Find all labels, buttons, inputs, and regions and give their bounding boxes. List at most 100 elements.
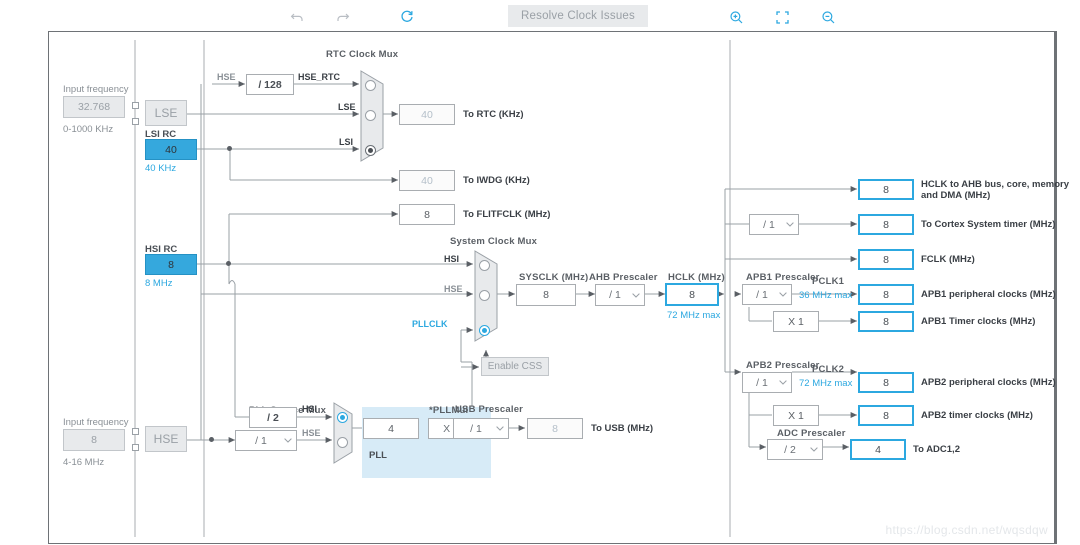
apb2-prescaler-value: / 1 — [756, 376, 768, 389]
hse-input-frequency-field[interactable]: 8 — [63, 429, 125, 451]
pll-mux-radio-0-dot — [340, 415, 345, 420]
resolve-clock-issues-button[interactable]: Resolve Clock Issues — [508, 5, 648, 27]
system-mux-radio-2-selected[interactable] — [479, 325, 490, 336]
chevron-down-icon — [628, 292, 644, 298]
watermark-text: https://blog.csdn.net/wqsdqw — [885, 523, 1048, 537]
sysclk-title: SYSCLK (MHz) — [519, 272, 589, 283]
apb2-timer-value[interactable]: 8 — [858, 405, 914, 426]
apb2-prescaler-select[interactable]: / 1 — [742, 372, 792, 393]
ahb-prescaler-value: / 1 — [609, 289, 621, 301]
hclk-ahb-value[interactable]: 8 — [858, 179, 914, 200]
system-mux-input-label-1: HSE — [444, 284, 463, 294]
system-mux-radio-2-dot — [482, 328, 487, 333]
apb2-periph-label: APB2 peripheral clocks (MHz) — [921, 377, 1056, 388]
system-clock-mux-title: System Clock Mux — [450, 236, 538, 247]
rtc-mux-radio-2-selected[interactable] — [365, 145, 376, 156]
hse-oscillator-block[interactable]: HSE — [145, 426, 187, 452]
apb1-periph-value[interactable]: 8 — [858, 284, 914, 305]
rtc-mux-radio-2-dot — [368, 148, 373, 153]
hsi-value-field[interactable]: 8 — [145, 254, 197, 275]
fclk-label: FCLK (MHz) — [921, 254, 975, 265]
lsi-unit-label: 40 KHz — [145, 163, 177, 174]
cortex-timer-value[interactable]: 8 — [858, 214, 914, 235]
hse-input-range: 4-16 MHz — [63, 457, 105, 468]
hclk-max-label: 72 MHz max — [667, 310, 721, 321]
ahb-prescaler-select[interactable]: / 1 — [595, 284, 645, 306]
undo-icon[interactable] — [284, 4, 310, 30]
lse-oscillator-block[interactable]: LSE — [145, 100, 187, 126]
rtc-mux-radio-0[interactable] — [365, 80, 376, 91]
cortex-timer-label: To Cortex System timer (MHz) — [921, 219, 1056, 230]
zoom-in-icon[interactable] — [723, 4, 749, 30]
reset-refresh-icon[interactable] — [394, 4, 420, 30]
chevron-down-icon — [280, 438, 296, 443]
rtc-mux-input-label-1: LSE — [338, 102, 356, 112]
system-mux-input-label-2: PLLCLK — [412, 319, 448, 329]
rtc-clock-mux-title: RTC Clock Mux — [326, 49, 399, 60]
enable-css-button[interactable]: Enable CSS — [481, 357, 549, 376]
rtc-hse-label: HSE — [217, 72, 236, 82]
adc-prescaler-title: ADC Prescaler — [777, 428, 846, 439]
apb1-prescaler-select[interactable]: / 1 — [742, 284, 792, 305]
apb2-prescaler-title: APB2 Prescaler — [746, 360, 820, 371]
pll-mux-input-label-0: HSI — [302, 404, 318, 414]
lse-pin-bottom — [132, 118, 139, 125]
lsi-value-field[interactable]: 40 — [145, 139, 197, 160]
chevron-down-icon — [806, 447, 822, 452]
system-mux-radio-0[interactable] — [479, 260, 490, 271]
hsi-unit-label: 8 MHz — [145, 278, 173, 289]
chevron-down-icon — [782, 222, 798, 227]
zoom-out-icon[interactable] — [815, 4, 841, 30]
hclk-ahb-label: HCLK to AHB bus, core, memory and DMA (M… — [921, 179, 1069, 201]
rtc-mux-radio-1[interactable] — [365, 110, 376, 121]
apb2-timer-multiplier: X 1 — [773, 405, 819, 426]
apb1-prescaler-title: APB1 Prescaler — [746, 272, 820, 283]
fclk-value[interactable]: 8 — [858, 249, 914, 270]
hclk-title: HCLK (MHz) — [668, 272, 725, 283]
clock-configuration-screen: Resolve Clock Issues Input frequency 32.… — [0, 0, 1080, 545]
lse-input-frequency-field[interactable]: 32.768 — [63, 96, 125, 118]
rtc-mux-input-label-2: LSI — [339, 137, 354, 147]
pll-region-label: PLL — [369, 450, 387, 461]
system-mux-input-label-0: HSI — [444, 254, 460, 264]
hclk-value[interactable]: 8 — [665, 283, 719, 306]
pll-mux-radio-0-selected[interactable] — [337, 412, 348, 423]
adc-prescaler-select[interactable]: / 2 — [767, 439, 823, 460]
pclk1-max-label: 36 MHz max — [799, 290, 853, 301]
clock-tree-canvas[interactable]: Input frequency 32.768 0-1000 KHz LSE LS… — [48, 31, 1069, 544]
pll-hse-divider-select[interactable]: / 1 — [235, 430, 297, 451]
to-rtc-label: To RTC (KHz) — [463, 109, 524, 120]
pll-input-value[interactable]: 4 — [363, 418, 419, 439]
system-mux-radio-1[interactable] — [479, 290, 490, 301]
apb2-timer-label: APB2 timer clocks (MHz) — [921, 410, 1033, 421]
ahb-prescaler-title: AHB Prescaler — [589, 272, 658, 283]
pclk1-label: PCLK1 — [812, 276, 845, 287]
hse-pin-top — [132, 428, 139, 435]
pclk2-max-label: 72 MHz max — [799, 378, 853, 389]
to-iwdg-value: 40 — [399, 170, 455, 191]
usb-prescaler-select[interactable]: / 1 — [453, 418, 509, 439]
pclk2-label: PCLK2 — [812, 364, 845, 375]
to-flitfclk-value: 8 — [399, 204, 455, 225]
apb1-periph-label: APB1 peripheral clocks (MHz) — [921, 289, 1056, 300]
apb1-prescaler-value: / 1 — [756, 288, 768, 301]
to-adc-label: To ADC1,2 — [913, 444, 960, 455]
to-adc-value[interactable]: 4 — [850, 439, 906, 460]
apb1-timer-value[interactable]: 8 — [858, 311, 914, 332]
to-usb-value: 8 — [527, 418, 583, 439]
cortex-prescaler-value: / 1 — [763, 218, 775, 231]
apb1-timer-label: APB1 Timer clocks (MHz) — [921, 316, 1036, 327]
apb2-periph-value[interactable]: 8 — [858, 372, 914, 393]
usb-prescaler-value: / 1 — [470, 422, 482, 435]
redo-icon[interactable] — [330, 4, 356, 30]
lse-input-range: 0-1000 KHz — [63, 124, 114, 135]
cortex-prescaler-select[interactable]: / 1 — [749, 214, 799, 235]
toolbar: Resolve Clock Issues — [0, 0, 1080, 33]
to-flitfclk-label: To FLITFCLK (MHz) — [463, 209, 551, 220]
adc-prescaler-value: / 2 — [784, 443, 796, 456]
fit-to-screen-icon[interactable] — [769, 4, 795, 30]
pll-mux-radio-1[interactable] — [337, 437, 348, 448]
usb-prescaler-title: USB Prescaler — [455, 404, 524, 415]
pll-hse-divider-value: / 1 — [255, 434, 267, 447]
hsi-junction-dot — [226, 261, 231, 266]
